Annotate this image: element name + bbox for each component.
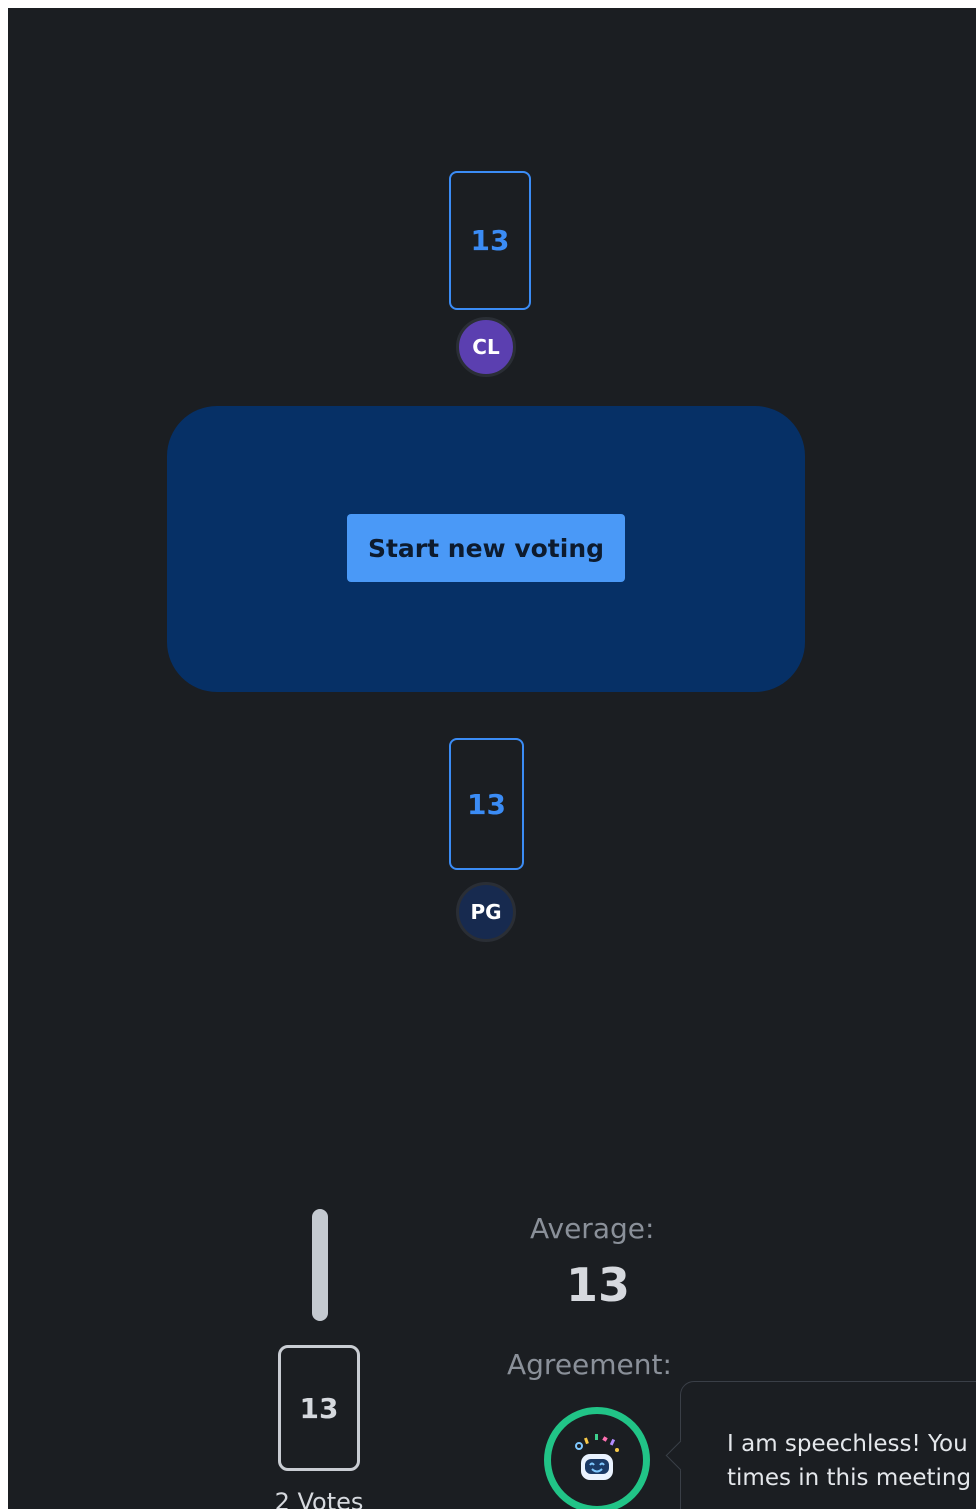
agreement-label: Agreement:	[507, 1348, 672, 1381]
poker-table-view: 13 CL Start new voting 13 PG 13 2 Votes …	[8, 8, 976, 1509]
average-value: 13	[565, 1258, 630, 1312]
player-avatar-cl: CL	[456, 317, 516, 377]
feedback-line: times in this meeting	[727, 1465, 972, 1491]
player-avatar-pg: PG	[456, 882, 516, 942]
player-card-cl: 13	[449, 171, 531, 310]
average-label: Average:	[530, 1212, 655, 1245]
result-card: 13	[278, 1345, 360, 1471]
card-value: 13	[470, 224, 510, 257]
start-new-voting-button[interactable]: Start new voting	[347, 514, 625, 582]
feedback-line: I am speechless! You	[727, 1431, 968, 1457]
avatar-initials: CL	[472, 335, 500, 359]
card-value: 13	[467, 787, 506, 821]
vote-count-label: 2 Votes	[274, 1488, 364, 1509]
vote-distribution-bar	[312, 1209, 328, 1321]
feedback-message: I am speechless! You times in this meeti…	[727, 1427, 976, 1495]
player-card-pg: 13	[449, 738, 524, 870]
party-robot-icon	[575, 1434, 619, 1480]
avatar-initials: PG	[470, 900, 502, 924]
result-card-value: 13	[299, 1391, 339, 1425]
agreement-indicator	[544, 1407, 650, 1509]
poker-table: Start new voting	[167, 406, 805, 692]
